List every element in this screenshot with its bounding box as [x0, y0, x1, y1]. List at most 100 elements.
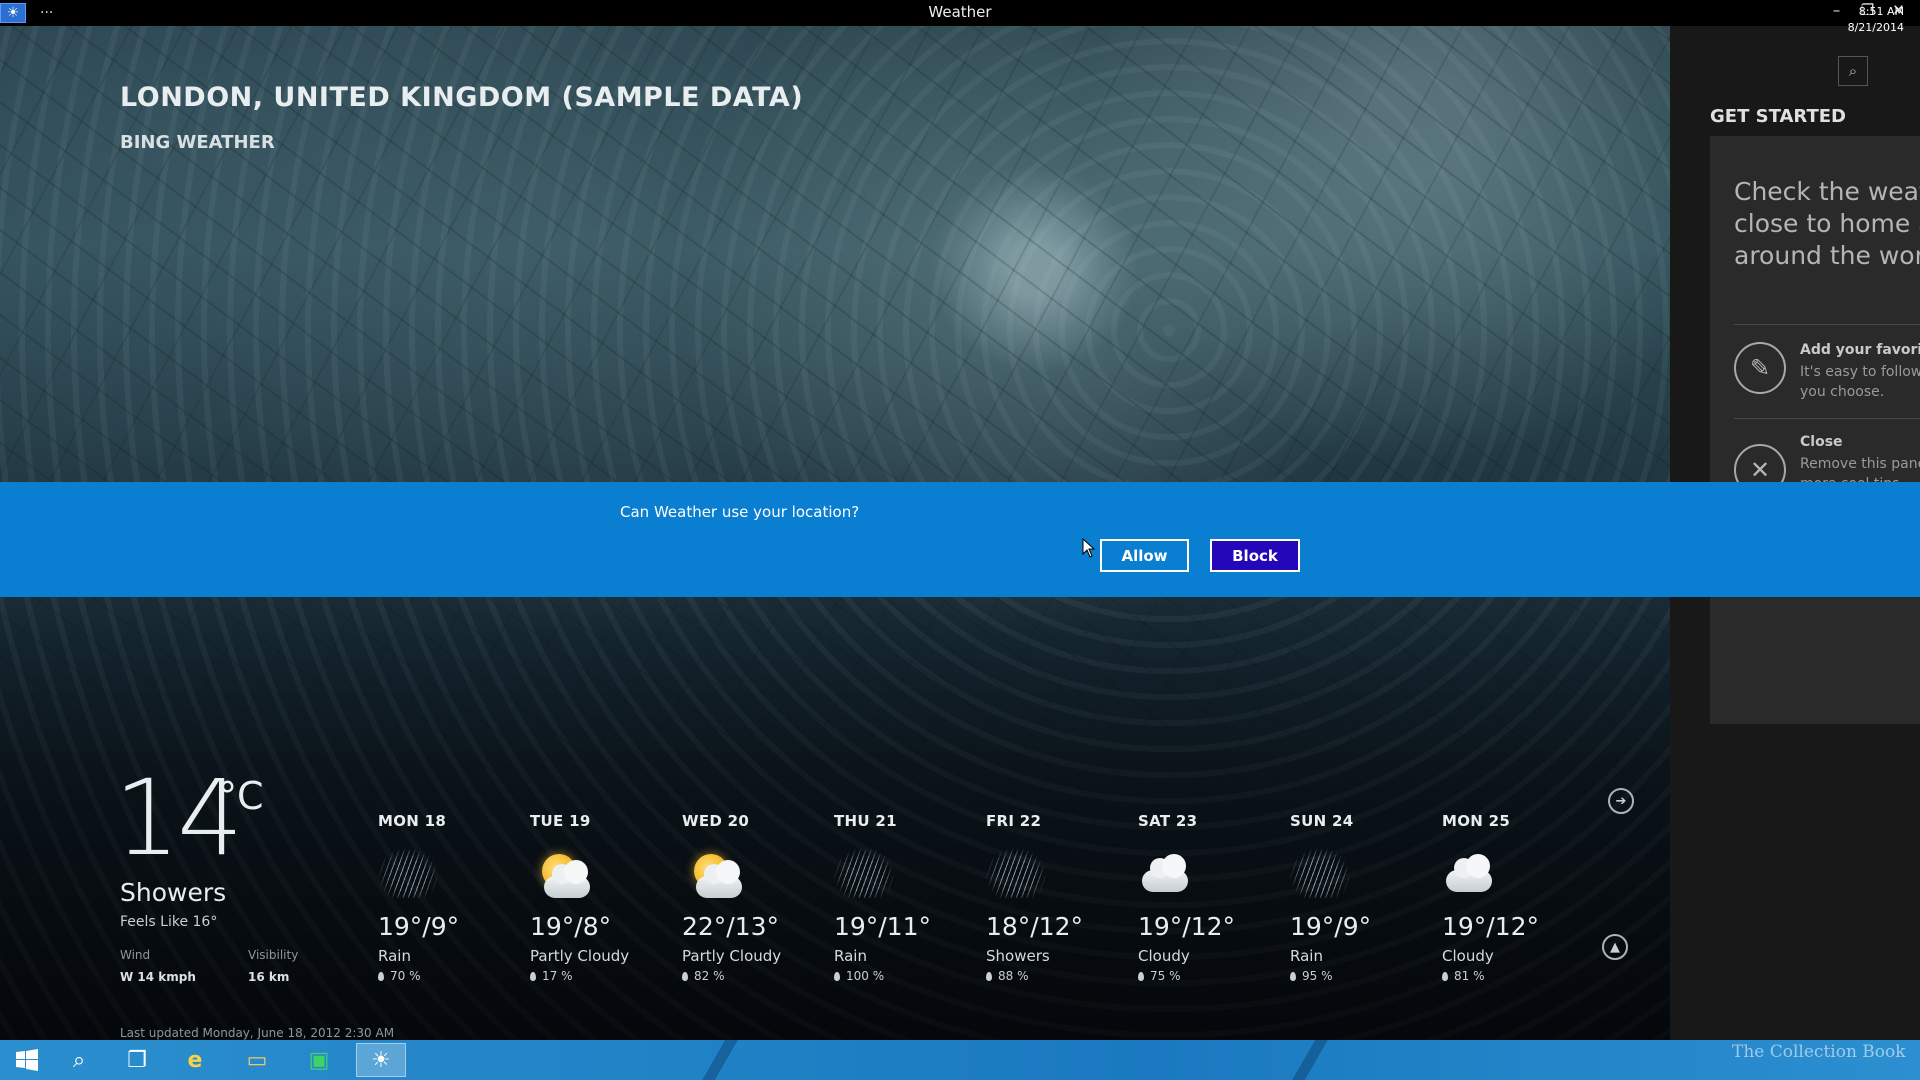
forecast-day[interactable]: TUE 19 19°/8° Partly Cloudy 17 % [530, 812, 680, 983]
forecast-day[interactable]: SAT 23 19°/12° Cloudy 75 % [1138, 812, 1288, 983]
search-icon: ⌕ [1848, 62, 1858, 80]
search-icon: ⌕ [72, 1047, 86, 1073]
precip-value: 100 % [846, 969, 885, 983]
forecast-temp: 18°/12° [986, 912, 1084, 941]
internet-explorer-button[interactable]: e [170, 1043, 220, 1077]
store-icon: ▣ [308, 1047, 330, 1073]
forecast-day[interactable]: MON 18 19°/9° Rain 70 % [378, 812, 528, 983]
cloudy-icon [1138, 848, 1198, 898]
forecast-precip: 88 % [986, 969, 1136, 983]
forecast-condition: Rain [1290, 947, 1323, 965]
forecast-temp: 19°/9° [378, 912, 460, 941]
forecast-precip: 100 % [834, 969, 984, 983]
visibility-value: 16 km [248, 970, 290, 984]
store-button[interactable]: ▣ [294, 1043, 344, 1077]
divider [1734, 324, 1920, 325]
search-taskbar-button[interactable]: ⌕ [54, 1043, 104, 1077]
last-updated: Last updated Monday, June 18, 2012 2:30 … [120, 1026, 395, 1040]
add-favorites-desc: It's easy to follow the places you choos… [1800, 364, 1920, 400]
block-button[interactable]: Block [1210, 539, 1300, 572]
start-button[interactable] [2, 1043, 52, 1077]
temperature-unit[interactable]: °C [218, 774, 264, 818]
allow-button[interactable]: Allow [1100, 539, 1189, 572]
forecast-day-name: MON 25 [1442, 812, 1511, 830]
forecast-day[interactable]: SUN 24 19°/9° Rain 95 % [1290, 812, 1440, 983]
forecast-day[interactable]: MON 25 19°/12° Cloudy 81 % [1442, 812, 1592, 983]
get-started-card: Check the weather close to home and arou… [1710, 136, 1920, 724]
forecast-precip: 82 % [682, 969, 832, 983]
dialog-message: Can Weather use your location? [620, 503, 860, 521]
precip-value: 82 % [694, 969, 725, 983]
forecast-temp: 19°/11° [834, 912, 932, 941]
cloudy-icon [1442, 848, 1502, 898]
raindrop-icon [1138, 972, 1144, 981]
forecast-day-name: FRI 22 [986, 812, 1042, 830]
raindrop-icon [378, 972, 384, 981]
add-favorites-title[interactable]: Add your favorites [1800, 342, 1920, 358]
raindrop-icon [1290, 972, 1296, 981]
precip-value: 88 % [998, 969, 1029, 983]
search-button[interactable]: ⌕ [1838, 56, 1868, 86]
forecast-condition: Cloudy [1138, 947, 1190, 965]
partly-cloudy-icon [530, 848, 590, 898]
forecast-day-name: SUN 24 [1290, 812, 1354, 830]
weather-app-icon[interactable]: ☀ [0, 3, 26, 23]
forecast-precip: 70 % [378, 969, 528, 983]
forecast-temp: 19°/9° [1290, 912, 1372, 941]
taskbar-decoration [1290, 1040, 1330, 1080]
menu-dots-icon[interactable]: ··· [40, 6, 53, 20]
task-view-button[interactable]: ❐ [112, 1043, 162, 1077]
forecast-day-name: MON 18 [378, 812, 447, 830]
pane-title: GET STARTED [1710, 106, 1846, 127]
forecast-condition: Cloudy [1442, 947, 1494, 965]
scroll-up-arrow-icon[interactable]: ▲ [1602, 934, 1628, 960]
forecast-temp: 22°/13° [682, 912, 780, 941]
location-permission-dialog: Can Weather use your location? Allow Blo… [0, 482, 1920, 597]
mouse-cursor-icon [1082, 538, 1096, 558]
precip-value: 17 % [542, 969, 573, 983]
wind-label: Wind [120, 948, 151, 962]
watermark-text: The Collection Book [1732, 1042, 1906, 1062]
precip-value: 81 % [1454, 969, 1485, 983]
precip-value: 95 % [1302, 969, 1333, 983]
internet-explorer-icon: e [187, 1047, 203, 1073]
precip-value: 75 % [1150, 969, 1181, 983]
forecast-temp: 19°/8° [530, 912, 612, 941]
forecast-precip: 95 % [1290, 969, 1440, 983]
forecast-condition: Rain [834, 947, 867, 965]
location-title[interactable]: LONDON, UNITED KINGDOM (SAMPLE DATA) [120, 82, 803, 113]
forecast-condition: Partly Cloudy [682, 947, 782, 965]
forecast-precip: 17 % [530, 969, 680, 983]
provider-label: BING WEATHER [120, 132, 275, 153]
forecast-day[interactable]: FRI 22 18°/12° Showers 88 % [986, 812, 1136, 983]
file-explorer-button[interactable]: ▭ [232, 1043, 282, 1077]
forecast-next-arrow-icon[interactable]: ➔ [1608, 788, 1634, 814]
rain-icon [378, 848, 438, 898]
forecast-condition: Rain [378, 947, 411, 965]
forecast-precip: 81 % [1442, 969, 1592, 983]
showers-icon [986, 848, 1046, 898]
forecast-temp: 19°/12° [1138, 912, 1236, 941]
rain-icon [834, 848, 894, 898]
raindrop-icon [986, 972, 992, 981]
forecast-day[interactable]: THU 21 19°/11° Rain 100 % [834, 812, 984, 983]
raindrop-icon [834, 972, 840, 981]
visibility-label: Visibility [248, 948, 299, 962]
forecast-day-name: WED 20 [682, 812, 750, 830]
forecast-precip: 75 % [1138, 969, 1288, 983]
taskbar-decoration [700, 1040, 740, 1080]
forecast-condition: Partly Cloudy [530, 947, 630, 965]
forecast-day-name: THU 21 [834, 812, 897, 830]
feels-like: Feels Like 16° [120, 914, 218, 930]
window-title: Weather [928, 3, 992, 21]
raindrop-icon [530, 972, 536, 981]
pencil-icon[interactable]: ✎ [1734, 342, 1786, 394]
task-view-icon: ❐ [127, 1047, 147, 1073]
system-tray-clock[interactable]: 8:51 AM 8/21/2014 [1848, 4, 1904, 36]
close-pane-title[interactable]: Close [1800, 434, 1843, 450]
pane-intro-text: Check the weather close to home and arou… [1734, 177, 1920, 270]
weather-taskbar-button[interactable]: ☀ [356, 1043, 406, 1077]
raindrop-icon [1442, 972, 1448, 981]
precip-value: 70 % [390, 969, 421, 983]
forecast-day[interactable]: WED 20 22°/13° Partly Cloudy 82 % [682, 812, 832, 983]
